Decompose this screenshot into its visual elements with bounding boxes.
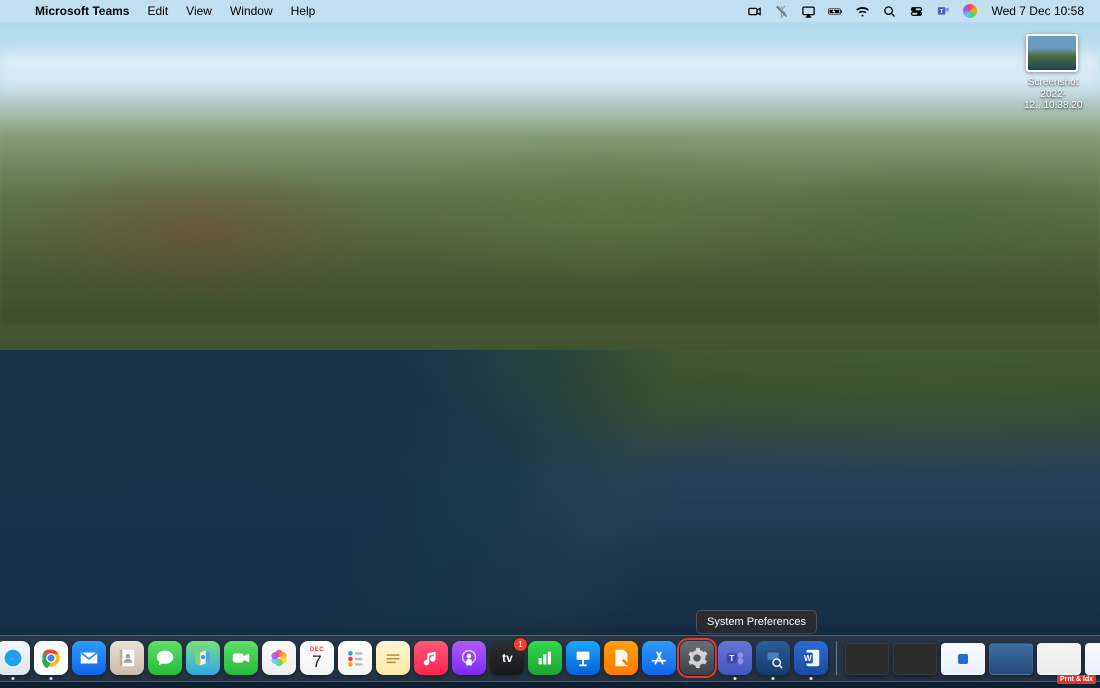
dock-music[interactable]	[414, 641, 448, 675]
app-menu[interactable]: Microsoft Teams	[26, 0, 138, 22]
dock-tv[interactable]: tv1	[490, 641, 524, 675]
dock-mail[interactable]	[72, 641, 106, 675]
dock-word[interactable]: W	[794, 641, 828, 675]
dock-minimized-window[interactable]	[845, 643, 889, 675]
dock-separator	[836, 641, 837, 675]
battery-charge-icon[interactable]	[822, 0, 849, 22]
record-icon[interactable]	[741, 0, 768, 22]
dock-minimized-window[interactable]	[1037, 643, 1081, 675]
dock-pages[interactable]	[604, 641, 638, 675]
dock-maps[interactable]	[186, 641, 220, 675]
dock: DEC7 tv1 T W	[0, 635, 1100, 682]
screen-mirror-icon[interactable]	[795, 0, 822, 22]
menu-help[interactable]: Help	[282, 0, 325, 22]
dock-photos[interactable]	[262, 641, 296, 675]
dock-facetime[interactable]	[224, 641, 258, 675]
dock-reminders[interactable]	[338, 641, 372, 675]
svg-text:W: W	[804, 654, 812, 663]
wallpaper	[0, 0, 1100, 688]
dock-minimized-window[interactable]	[989, 643, 1033, 675]
dock-minimized-window[interactable]	[893, 643, 937, 675]
teams-tray-icon[interactable]: T	[930, 0, 957, 22]
menubar: Microsoft Teams Edit View Window Help T …	[0, 0, 1100, 22]
apple-menu[interactable]	[8, 0, 26, 22]
control-center-icon[interactable]	[903, 0, 930, 22]
wifi-icon[interactable]	[849, 0, 876, 22]
search-icon[interactable]	[876, 0, 903, 22]
dock-contacts[interactable]	[110, 641, 144, 675]
svg-text:T: T	[940, 8, 944, 14]
dock-system-preferences[interactable]	[680, 641, 714, 675]
dock-safari[interactable]	[0, 641, 30, 675]
dock-numbers[interactable]	[528, 641, 562, 675]
dock-notes[interactable]	[376, 641, 410, 675]
screenshot-thumbnail-icon	[1026, 34, 1078, 72]
bluetooth-off-icon[interactable]	[768, 0, 795, 22]
dock-app-store[interactable]	[642, 641, 676, 675]
dock-tooltip: System Preferences	[696, 610, 817, 634]
desktop-file-screenshot[interactable]: Screenshot 2022-12...10.38.20	[1022, 34, 1082, 116]
dock-preview[interactable]	[756, 641, 790, 675]
dock-teams[interactable]: T	[718, 641, 752, 675]
menu-view[interactable]: View	[177, 0, 221, 22]
menu-window[interactable]: Window	[221, 0, 282, 22]
menu-edit[interactable]: Edit	[138, 0, 177, 22]
dock-calendar[interactable]: DEC7	[300, 641, 334, 675]
corner-badge: Prnt & Idx	[1057, 675, 1096, 684]
menubar-clock[interactable]: Wed 7 Dec 10:58	[983, 0, 1090, 22]
desktop-file-label: Screenshot 2022-12...10.38.20	[1022, 76, 1084, 113]
dock-podcasts[interactable]	[452, 641, 486, 675]
dock-chrome[interactable]	[34, 641, 68, 675]
badge: 1	[514, 638, 527, 651]
svg-text:T: T	[729, 654, 734, 663]
siri-icon[interactable]	[957, 0, 983, 22]
dock-keynote[interactable]	[566, 641, 600, 675]
dock-messages[interactable]	[148, 641, 182, 675]
dock-minimized-window[interactable]	[941, 643, 985, 675]
dock-minimized-window[interactable]	[1085, 643, 1100, 675]
